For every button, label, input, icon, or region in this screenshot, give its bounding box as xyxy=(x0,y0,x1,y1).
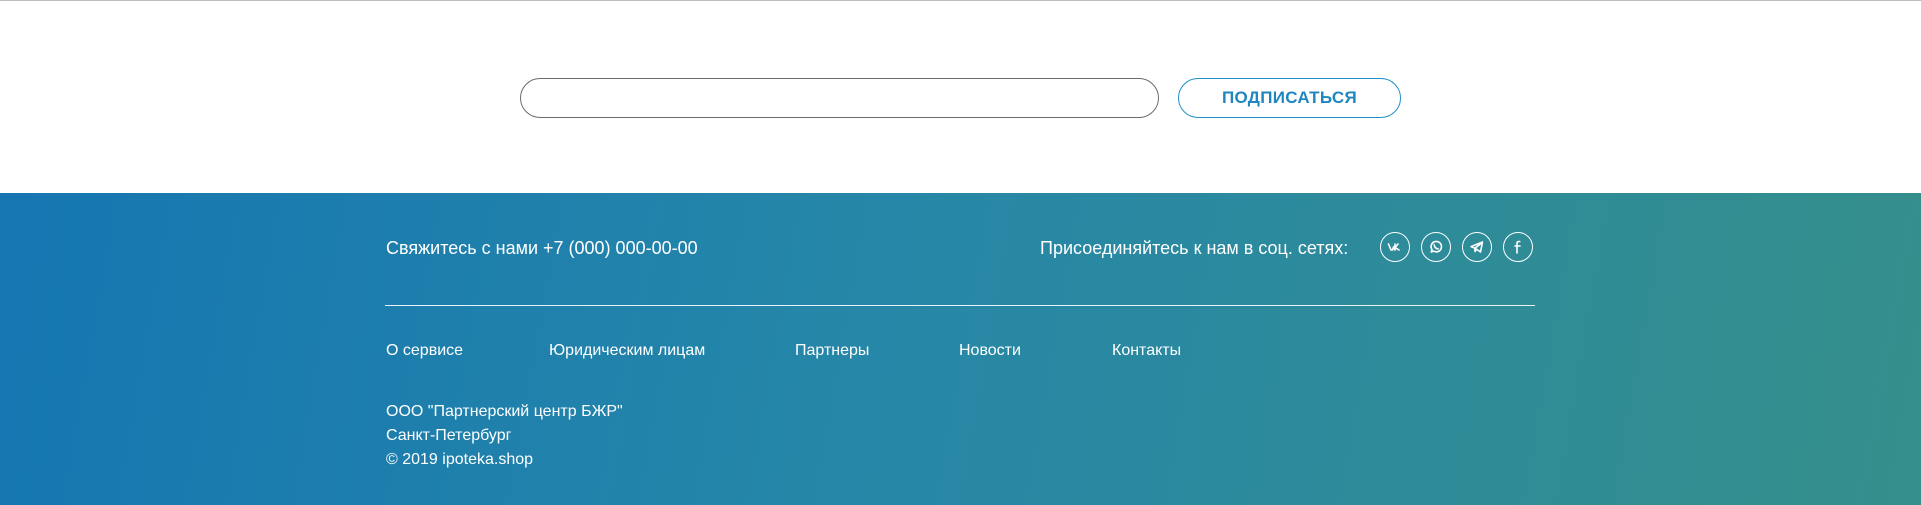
nav-link-about[interactable]: О сервисе xyxy=(386,342,463,360)
company-info: ООО "Партнерский центр БЖР" Санкт-Петерб… xyxy=(386,400,623,472)
whatsapp-icon[interactable] xyxy=(1421,232,1451,262)
nav-link-contacts[interactable]: Контакты xyxy=(1112,342,1181,360)
nav-link-partners[interactable]: Партнеры xyxy=(795,342,869,360)
subscribe-button[interactable]: ПОДПИСАТЬСЯ xyxy=(1178,78,1401,118)
email-input[interactable] xyxy=(520,78,1159,118)
social-label: Присоединяйтесь к нам в соц. сетях: xyxy=(1040,238,1349,258)
vk-icon[interactable] xyxy=(1380,232,1410,262)
company-city: Санкт-Петербург xyxy=(386,427,512,444)
footer-divider xyxy=(385,305,1535,306)
facebook-icon[interactable] xyxy=(1503,232,1533,262)
copyright: © 2019 ipoteka.shop xyxy=(386,451,534,468)
telegram-icon[interactable] xyxy=(1462,232,1492,262)
nav-link-news[interactable]: Новости xyxy=(959,342,1021,360)
footer: Свяжитесь с нами +7 (000) 000-00-00 Прис… xyxy=(0,193,1921,505)
company-name: ООО "Партнерский центр БЖР" xyxy=(386,403,623,420)
nav-link-legal-entities[interactable]: Юридическим лицам xyxy=(549,342,705,360)
contact-text: Свяжитесь с нами +7 (000) 000-00-00 xyxy=(386,238,698,258)
subscribe-section: ПОДПИСАТЬСЯ xyxy=(0,1,1921,193)
social-icons xyxy=(1380,232,1533,262)
